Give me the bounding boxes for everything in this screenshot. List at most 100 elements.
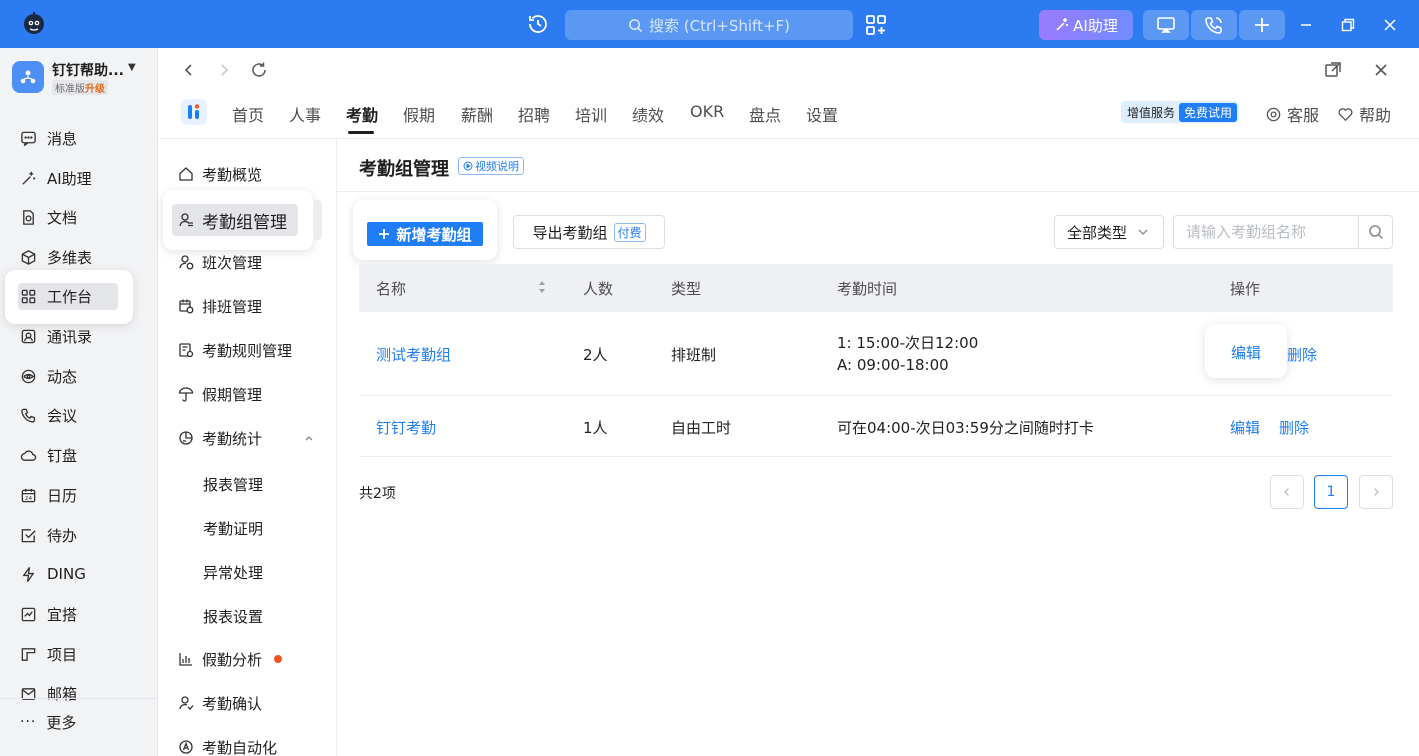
menu-item-attendance-confirm[interactable]: 考勤确认	[178, 690, 262, 716]
group-search-input[interactable]	[1174, 216, 1358, 248]
nav-item-contacts[interactable]: 通讯录	[20, 321, 140, 351]
free-trial-tag: 免费试用	[1179, 102, 1238, 122]
menu-item-label: 班次管理	[202, 253, 263, 272]
menu-item-leave-analysis[interactable]: 假勤分析	[178, 646, 283, 672]
group-type: 自由工时	[671, 419, 732, 437]
lightning-icon	[22, 566, 35, 582]
nav-item-drive[interactable]: 钉盘	[20, 440, 140, 470]
submenu-item-report-management[interactable]: 报表管理	[203, 474, 263, 495]
tab-performance[interactable]: 绩效	[632, 102, 664, 126]
global-search[interactable]: 搜索 (Ctrl+Shift+F)	[565, 10, 853, 40]
refresh-button[interactable]	[247, 58, 271, 82]
menu-item-label: 考勤统计	[202, 429, 263, 448]
page-number-button[interactable]: 1	[1314, 475, 1348, 509]
nav-item-calendar[interactable]: 24 日历	[20, 480, 140, 510]
delete-link[interactable]: 删除	[1279, 417, 1309, 438]
group-search-button[interactable]	[1358, 216, 1392, 248]
chevron-right-icon	[221, 64, 229, 76]
menu-item-schedule-management[interactable]: 排班管理	[178, 293, 262, 319]
nav-item-feed[interactable]: 动态	[20, 361, 140, 391]
more-icon: ···	[20, 714, 37, 730]
ai-assistant-button[interactable]: AI助理	[1039, 10, 1133, 40]
restore-icon	[1341, 18, 1355, 32]
menu-item-attendance-automation[interactable]: 考勤自动化	[178, 734, 277, 756]
add-attendance-group-button[interactable]: 新增考勤组	[367, 222, 483, 246]
menu-item-rules-management[interactable]: 考勤规则管理	[178, 337, 292, 363]
restore-button[interactable]	[1334, 12, 1362, 38]
home-icon	[179, 167, 193, 181]
type-filter-select[interactable]: 全部类型	[1054, 215, 1164, 249]
org-icon	[20, 70, 36, 84]
org-edition-badge: 标准版升级	[52, 80, 108, 95]
history-icon[interactable]	[526, 12, 554, 38]
tab-recruiting[interactable]: 招聘	[518, 102, 550, 126]
submenu-item-attendance-proof[interactable]: 考勤证明	[203, 518, 263, 539]
nav-item-projects[interactable]: 项目	[20, 639, 140, 669]
help-link[interactable]: 帮助	[1337, 102, 1391, 126]
nav-item-meetings[interactable]: 会议	[20, 400, 140, 430]
nav-item-ai-assistant[interactable]: AI助理	[20, 163, 140, 193]
tab-attendance[interactable]: 考勤	[346, 102, 378, 126]
video-guide-link[interactable]: 视频说明	[458, 157, 524, 175]
calendar-icon: 24	[21, 488, 36, 502]
nav-item-mail[interactable]: 邮箱	[20, 678, 140, 708]
next-page-button[interactable]	[1359, 475, 1393, 509]
scan-icon[interactable]	[864, 13, 888, 37]
value-added-services[interactable]: 增值服务 免费试用	[1121, 101, 1240, 123]
tab-training[interactable]: 培训	[575, 102, 607, 126]
submenu-item-report-settings[interactable]: 报表设置	[203, 606, 263, 627]
edit-link[interactable]: 编辑	[1230, 417, 1260, 438]
minimize-button[interactable]	[1292, 12, 1320, 38]
group-name-link[interactable]: 钉钉考勤	[376, 417, 436, 438]
menu-item-group-management[interactable]: 考勤组管理	[178, 207, 287, 233]
forward-button[interactable]	[212, 58, 236, 82]
tab-payroll[interactable]: 薪酬	[461, 102, 493, 126]
menu-item-attendance-stats[interactable]: 考勤统计	[178, 425, 328, 451]
close-module-button[interactable]	[1369, 58, 1393, 82]
tab-hr[interactable]: 人事	[289, 102, 321, 126]
dingtalk-logo-icon[interactable]	[22, 12, 46, 36]
caret-down-icon: ▼	[128, 62, 136, 73]
org-switcher[interactable]: 钉钉帮助... ▼ 标准版升级	[12, 60, 152, 96]
nav-item-yida[interactable]: 宜搭	[20, 599, 140, 629]
nav-item-label: 宜搭	[47, 605, 78, 624]
nav-item-todo[interactable]: 待办	[20, 520, 140, 550]
customer-service-link[interactable]: 客服	[1265, 102, 1319, 126]
delete-link[interactable]: 删除	[1287, 344, 1317, 365]
tab-inventory[interactable]: 盘点	[749, 102, 781, 126]
search-icon	[629, 18, 643, 32]
back-button[interactable]	[177, 58, 201, 82]
screen-cast-icon	[1157, 17, 1175, 33]
heart-icon	[1338, 107, 1353, 121]
nav-item-ding[interactable]: DING	[20, 559, 140, 589]
group-name-link[interactable]: 测试考勤组	[376, 344, 451, 365]
user-clock-icon	[179, 255, 194, 270]
close-button[interactable]	[1376, 12, 1404, 38]
nav-item-messages[interactable]: 消息	[20, 123, 140, 153]
menu-item-overview[interactable]: 考勤概览	[178, 161, 262, 187]
plus-icon	[1255, 18, 1269, 32]
tab-settings[interactable]: 设置	[806, 102, 838, 126]
prev-page-button[interactable]	[1270, 475, 1304, 509]
open-external-button[interactable]	[1321, 58, 1345, 82]
phone-icon	[21, 408, 36, 423]
org-upgrade-link[interactable]: 升级	[85, 84, 105, 95]
nav-item-docs[interactable]: 文档	[20, 202, 140, 232]
tab-home[interactable]: 首页	[232, 102, 264, 126]
open-window-icon	[1325, 62, 1341, 77]
nav-item-workbench[interactable]: 工作台	[20, 281, 140, 311]
call-button[interactable]	[1191, 10, 1237, 40]
nav-item-multi-table[interactable]: 多维表	[20, 242, 140, 272]
tab-okr[interactable]: OKR	[690, 102, 724, 121]
menu-item-leave-management[interactable]: 假期管理	[178, 381, 262, 407]
new-button[interactable]	[1239, 10, 1285, 40]
menu-item-shift-management[interactable]: 班次管理	[178, 249, 262, 275]
nav-item-more[interactable]: ··· 更多	[20, 707, 140, 737]
edit-link[interactable]: 编辑	[1231, 342, 1261, 363]
org-edition: 标准版	[55, 84, 85, 95]
export-attendance-group-button[interactable]: 导出考勤组 付费	[513, 215, 665, 249]
sort-icon[interactable]	[537, 279, 547, 295]
tab-leave[interactable]: 假期	[403, 102, 435, 126]
submenu-item-exception-handling[interactable]: 异常处理	[203, 562, 263, 583]
screen-share-button[interactable]	[1143, 10, 1189, 40]
